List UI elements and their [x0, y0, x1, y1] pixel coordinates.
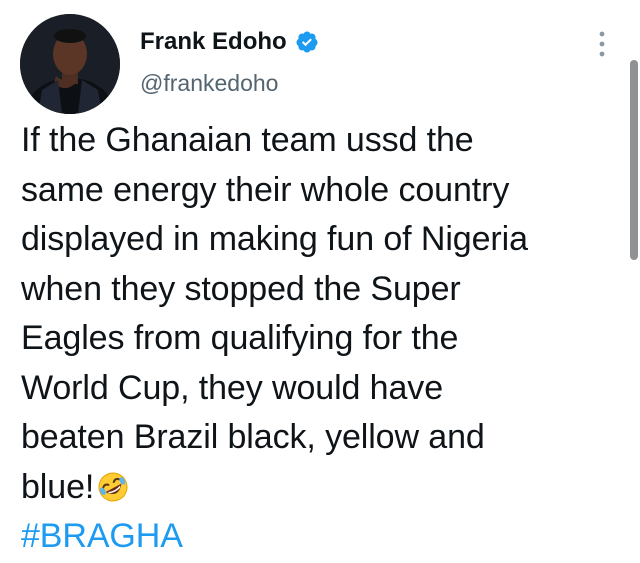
author-name-row: Frank Edoho — [140, 28, 319, 56]
tweet-text-line: If the Ghanaian team ussd the — [21, 121, 474, 159]
verified-badge-icon — [295, 30, 319, 54]
tweet-text-last-line: blue! — [21, 463, 621, 513]
tweet-text-line: World Cup, they would have — [21, 368, 444, 407]
hashtag-link[interactable]: #BRAGHA — [21, 512, 621, 562]
avatar[interactable] — [20, 14, 120, 114]
tweet-card: Frank Edoho @frankedoho If the Ghanaian … — [0, 0, 640, 563]
author-display-name[interactable]: Frank Edoho — [140, 28, 287, 56]
tweet-text: If the Ghanaian team ussd the same energ… — [21, 116, 621, 562]
tweet-text-line: same energy their whole country — [21, 170, 510, 209]
tweet-text-line: when they stopped the Super — [21, 269, 461, 308]
avatar-image — [20, 14, 120, 114]
tweet-text-line: displayed in making fun of Nigeria — [21, 220, 528, 258]
more-options-icon[interactable] — [592, 28, 612, 60]
scrollbar[interactable] — [630, 60, 638, 260]
author-handle[interactable]: @frankedoho — [140, 70, 278, 97]
tweet-text-line: beaten Brazil black, yellow and — [21, 418, 485, 456]
rolling-on-the-floor-laughing-emoji-icon — [96, 470, 130, 504]
tweet-text-line: blue! — [21, 467, 95, 506]
tweet-text-line: Eagles from qualifying for the — [21, 319, 459, 357]
